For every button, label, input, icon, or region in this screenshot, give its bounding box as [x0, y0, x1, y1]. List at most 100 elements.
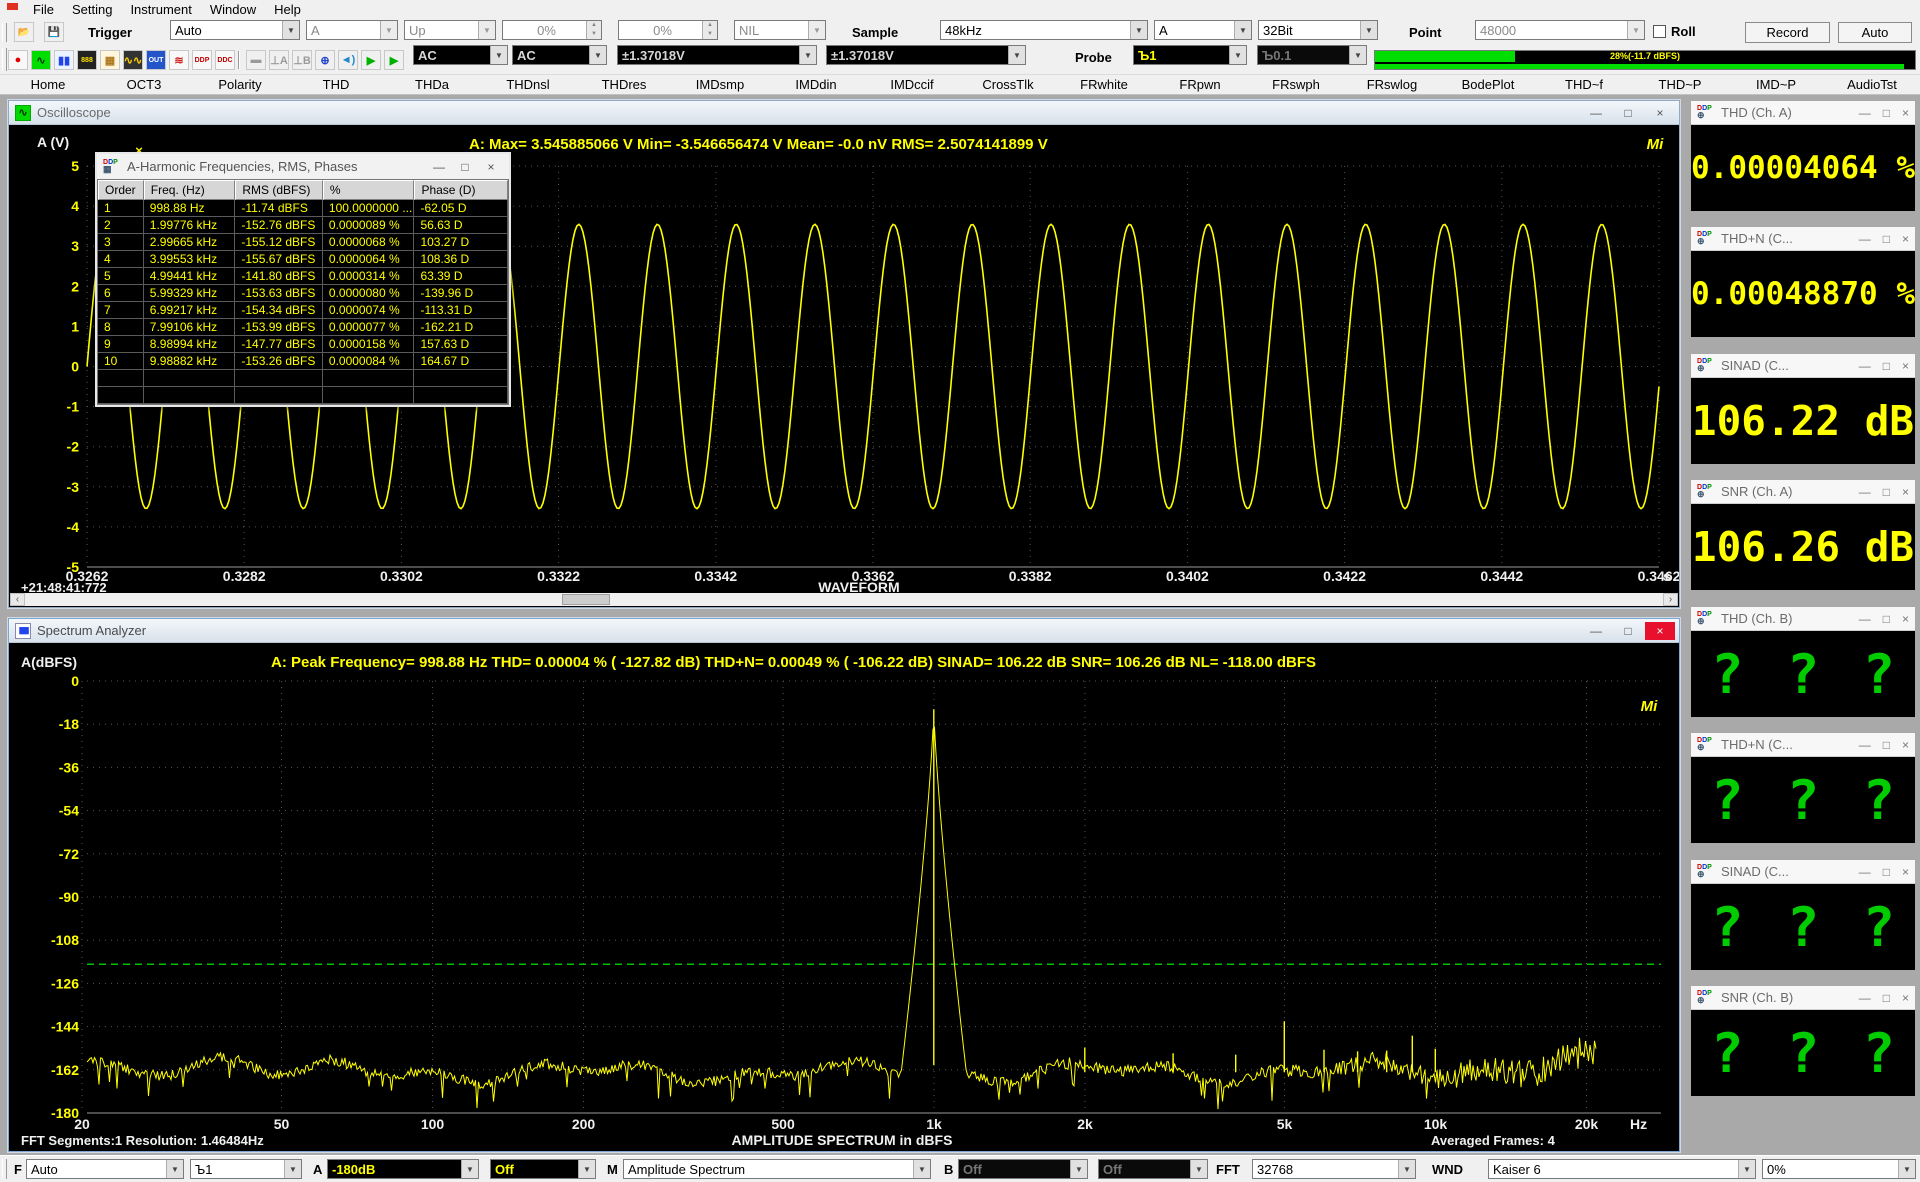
minimize-button[interactable]: — — [427, 158, 451, 176]
ddp-viewer-icon[interactable]: DDP — [192, 50, 212, 70]
maximize-button[interactable]: □ — [453, 158, 477, 176]
chevron-down-icon[interactable]: ▼ — [808, 21, 825, 39]
minimize-button[interactable]: — — [1859, 232, 1871, 246]
trigger-mode-select[interactable]: Auto▼ — [170, 20, 300, 40]
tab-crosstlk[interactable]: CrossTlk — [960, 75, 1056, 94]
chevron-down-icon[interactable]: ▼ — [589, 46, 606, 64]
menu-window[interactable]: Window — [201, 1, 265, 18]
range-b-select[interactable]: ±1.37018V▼ — [826, 45, 1026, 65]
trigger-b-icon[interactable]: ⊥B — [292, 50, 312, 70]
meter-titlebar[interactable]: DDP⊕THD (Ch. B)—□× — [1691, 607, 1915, 631]
toolbar-gripper[interactable] — [2, 1159, 7, 1179]
tab-thd[interactable]: THD — [288, 75, 384, 94]
close-button[interactable]: × — [1902, 485, 1909, 499]
close-button[interactable]: × — [479, 158, 503, 176]
trigger-delay-spinner[interactable]: 0%▲▼ — [618, 20, 718, 40]
meter-titlebar[interactable]: DDP⊕SINAD (C...—□× — [1691, 860, 1915, 884]
chevron-down-icon[interactable]: ▼ — [166, 1160, 183, 1178]
oscilloscope-scrollbar[interactable]: ‹ › — [10, 593, 1678, 606]
trigger-edge-select[interactable]: Up▼ — [404, 20, 496, 40]
spectrum-analyzer-icon[interactable]: ▮▮ — [54, 50, 74, 70]
chevron-down-icon[interactable]: ▼ — [1360, 21, 1377, 39]
menu-setting[interactable]: Setting — [63, 1, 121, 18]
zoom-icon[interactable]: ⊕ — [315, 50, 335, 70]
chevron-down-icon[interactable]: ▼ — [799, 46, 816, 64]
multimeter-icon[interactable]: 888 — [77, 50, 97, 70]
record-button[interactable]: Record — [1745, 22, 1830, 43]
meter-titlebar[interactable]: DDP⊕THD+N (C...—□× — [1691, 227, 1915, 251]
minimize-button[interactable]: — — [1581, 104, 1611, 122]
close-button[interactable]: × — [1902, 865, 1909, 879]
meter-titlebar[interactable]: DDP⊕THD (Ch. A)—□× — [1691, 101, 1915, 125]
tab-home[interactable]: Home — [0, 75, 96, 94]
close-button[interactable]: × — [1902, 232, 1909, 246]
close-button[interactable]: × — [1645, 104, 1675, 122]
sample-rate-select[interactable]: 48kHz▼ — [940, 20, 1148, 40]
chevron-down-icon[interactable]: ▼ — [1898, 1160, 1915, 1178]
window-func-select[interactable]: Kaiser 6▼ — [1488, 1159, 1756, 1179]
tab-thdres[interactable]: THDres — [576, 75, 672, 94]
tab-oct3[interactable]: OCT3 — [96, 75, 192, 94]
play-a-icon[interactable]: ▶ — [361, 50, 381, 70]
meter-titlebar[interactable]: DDP⊕SINAD (C...—□× — [1691, 354, 1915, 378]
chevron-down-icon[interactable]: ▼ — [478, 21, 495, 39]
tab-frpwn[interactable]: FRpwn — [1152, 75, 1248, 94]
close-button[interactable]: × — [1902, 106, 1909, 120]
overlap-select[interactable]: 0%▼ — [1762, 1159, 1916, 1179]
maximize-button[interactable]: □ — [1883, 106, 1890, 120]
chevron-down-icon[interactable]: ▼ — [1398, 1160, 1415, 1178]
minimize-button[interactable]: — — [1859, 865, 1871, 879]
range-a-select[interactable]: ±1.37018V▼ — [617, 45, 817, 65]
range-b-floor-select[interactable]: Off▼ — [958, 1159, 1088, 1179]
trigger-source-select[interactable]: A▼ — [306, 20, 398, 40]
scrollbar-thumb[interactable] — [562, 594, 610, 605]
play-b-icon[interactable]: ▶ — [384, 50, 404, 70]
maximize-button[interactable]: □ — [1883, 865, 1890, 879]
overlay-a-select[interactable]: Off▼ — [490, 1159, 596, 1179]
sweep-icon[interactable]: ≋ — [169, 50, 189, 70]
chevron-down-icon[interactable]: ▼ — [1008, 46, 1025, 64]
coupling-b-select[interactable]: AC▼ — [512, 45, 607, 65]
tab-imdccif[interactable]: IMDccif — [864, 75, 960, 94]
tab-frwhite[interactable]: FRwhite — [1056, 75, 1152, 94]
oscilloscope-titlebar[interactable]: ∿ Oscilloscope — □ × — [9, 101, 1679, 125]
tab-thd~f[interactable]: THD~f — [1536, 75, 1632, 94]
tab-thdnsl[interactable]: THDnsl — [480, 75, 576, 94]
record-icon[interactable]: ● — [8, 50, 28, 70]
chevron-down-icon[interactable]: ▼ — [1130, 21, 1147, 39]
ddc-icon[interactable]: DDC — [215, 50, 235, 70]
roll-checkbox[interactable]: Roll — [1653, 24, 1696, 39]
trigger-nil-select[interactable]: NIL▼ — [734, 20, 826, 40]
chevron-down-icon[interactable]: ▼ — [1070, 1160, 1087, 1178]
tab-imdsmp[interactable]: IMDsmp — [672, 75, 768, 94]
maximize-button[interactable]: □ — [1883, 485, 1890, 499]
probe-a-select[interactable]: Ъ1▼ — [1133, 45, 1247, 65]
meter-titlebar[interactable]: DDP⊕THD+N (C...—□× — [1691, 733, 1915, 757]
maximize-button[interactable]: □ — [1613, 622, 1643, 640]
maximize-button[interactable]: □ — [1883, 232, 1890, 246]
tab-imddin[interactable]: IMDdin — [768, 75, 864, 94]
overlay-b-select[interactable]: Off▼ — [1098, 1159, 1208, 1179]
menu-file[interactable]: File — [24, 1, 63, 18]
scroll-right-arrow[interactable]: › — [1663, 593, 1678, 606]
chevron-down-icon[interactable]: ▼ — [578, 1160, 595, 1178]
chevron-down-icon[interactable]: ▼ — [1229, 46, 1246, 64]
open-folder-icon[interactable]: 📂 — [14, 22, 34, 42]
tab-thd~p[interactable]: THD~P — [1632, 75, 1728, 94]
spinner-arrows[interactable]: ▲▼ — [586, 21, 601, 39]
tab-frswlog[interactable]: FRswlog — [1344, 75, 1440, 94]
maximize-button[interactable]: □ — [1883, 359, 1890, 373]
close-button[interactable]: × — [1902, 359, 1909, 373]
bit-depth-select[interactable]: 32Bit▼ — [1258, 20, 1378, 40]
chevron-down-icon[interactable]: ▼ — [461, 1160, 478, 1178]
tab-frswph[interactable]: FRswph — [1248, 75, 1344, 94]
menu-help[interactable]: Help — [265, 1, 310, 18]
hold-icon[interactable]: ▬ — [246, 50, 266, 70]
spinner-arrows[interactable]: ▲▼ — [702, 21, 717, 39]
close-button[interactable]: × — [1902, 738, 1909, 752]
point-count-select[interactable]: 48000▼ — [1475, 20, 1645, 40]
close-button[interactable]: × — [1902, 991, 1909, 1005]
minimize-button[interactable]: — — [1859, 612, 1871, 626]
minimize-button[interactable]: — — [1859, 991, 1871, 1005]
data-logger-icon[interactable]: ▦ — [100, 50, 120, 70]
